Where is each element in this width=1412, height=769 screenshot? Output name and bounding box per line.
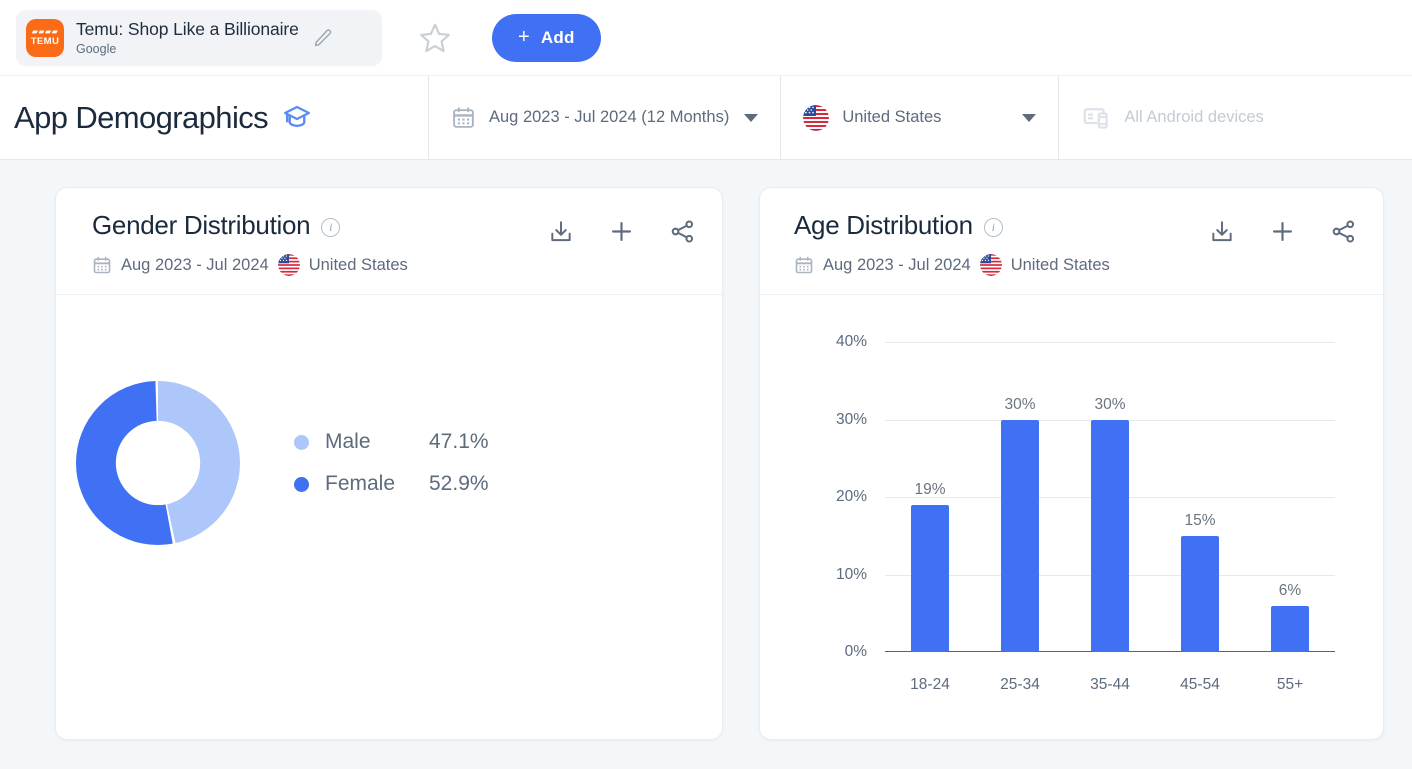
age-chart-plot-area: 0% 10% 20% 30% 40% 19% 18-24 30% 25-34 30% 35-44 15… — [836, 333, 1335, 693]
download-icon[interactable] — [548, 219, 574, 245]
age-card-date-range: Aug 2023 - Jul 2024 — [823, 255, 971, 274]
bar-column[interactable] — [1000, 342, 1040, 652]
legend-value-female: 52.9% — [429, 472, 489, 495]
info-icon[interactable]: i — [321, 218, 341, 237]
us-flag-icon — [277, 254, 300, 276]
app-developer: Google — [76, 42, 117, 56]
app-chip[interactable]: ▰▰▰▰ TEMU Temu: Shop Like a Billionaire … — [16, 9, 382, 66]
y-axis-tick-label: 30% — [835, 410, 867, 428]
x-axis-tick-label: 45-54 — [1180, 676, 1220, 693]
bar-value-label: 6% — [1278, 581, 1302, 599]
bar[interactable] — [1000, 419, 1040, 652]
add-to-report-icon[interactable] — [608, 218, 635, 245]
date-range-filter[interactable]: Aug 2023 - Jul 2024 (12 Months) — [428, 76, 780, 159]
us-flag-icon — [803, 104, 830, 131]
date-range-value: Aug 2023 - Jul 2024 (12 Months) — [489, 108, 730, 126]
x-axis-tick-label: 55+ — [1276, 676, 1304, 693]
gender-card-actions — [548, 218, 696, 245]
bar[interactable] — [1180, 535, 1220, 652]
bar[interactable] — [1270, 605, 1310, 652]
bar[interactable] — [1090, 419, 1130, 652]
bar-value-label: 19% — [914, 480, 946, 498]
bar-value-label: 30% — [1094, 395, 1126, 413]
age-card-actions — [1209, 218, 1357, 245]
graduation-cap-icon[interactable] — [282, 103, 312, 133]
gender-card-title: Gender Distribution — [92, 210, 311, 240]
legend-dot-male — [294, 434, 309, 450]
legend-label-female: Female — [325, 472, 396, 495]
gender-legend: Male 47.1% Female 52.9% — [294, 421, 489, 505]
gender-card-subtitle: Aug 2023 - Jul 2024 United States — [92, 254, 696, 276]
calendar-icon — [451, 105, 476, 130]
devices-icon — [1081, 103, 1111, 133]
chevron-down-icon — [744, 113, 759, 122]
x-axis-tick-label: 18-24 — [910, 676, 950, 693]
chevron-down-icon — [1022, 113, 1037, 122]
share-icon[interactable] — [1330, 218, 1357, 245]
gender-card-country: United States — [308, 255, 408, 274]
gender-donut-chart — [76, 381, 240, 545]
us-flag-icon — [979, 254, 1002, 276]
app-logo-word: TEMU — [30, 36, 60, 48]
gender-distribution-card: Gender Distribution i Aug 2023 - Jul 202… — [55, 187, 723, 740]
age-bar-chart: 0% 10% 20% 30% 40% 19% 18-24 30% 25-34 30% 35-44 15… — [760, 295, 1383, 739]
page-title: App Demographics — [14, 99, 269, 135]
device-filter: All Android devices — [1058, 76, 1285, 159]
y-axis-tick-label: 0% — [844, 643, 867, 660]
age-card-subtitle: Aug 2023 - Jul 2024 United States — [794, 254, 1357, 276]
legend-dot-female — [294, 476, 309, 492]
share-icon[interactable] — [669, 218, 696, 245]
page-title-box: App Demographics — [0, 76, 428, 159]
filter-bar: App Demographics Aug 2023 - Jul 2024 (12… — [0, 75, 1412, 160]
country-filter[interactable]: United States — [780, 76, 1058, 159]
info-icon[interactable]: i — [983, 218, 1003, 237]
bar-value-label: 15% — [1184, 511, 1216, 529]
age-card-title: Age Distribution — [794, 210, 973, 240]
legend-item-female: Female 52.9% — [294, 463, 489, 505]
bar-value-label: 30% — [1004, 395, 1036, 413]
bar-column[interactable] — [1270, 342, 1310, 652]
gender-card-body: Male 47.1% Female 52.9% — [56, 295, 722, 739]
x-axis-tick-label: 35-44 — [1090, 676, 1130, 693]
age-card-country: United States — [1010, 255, 1110, 274]
gender-card-header: Gender Distribution i Aug 2023 - Jul 202… — [56, 188, 722, 295]
add-to-report-icon[interactable] — [1269, 218, 1296, 245]
pencil-icon[interactable] — [313, 28, 333, 48]
y-axis-tick-label: 20% — [835, 488, 867, 505]
legend-item-male: Male 47.1% — [294, 421, 489, 463]
favorite-star-icon[interactable] — [418, 21, 452, 55]
device-value: All Android devices — [1124, 108, 1264, 126]
temu-app-logo-icon: ▰▰▰▰ TEMU — [26, 18, 64, 57]
age-card-header: Age Distribution i Aug 2023 - Jul 2024 U… — [760, 188, 1383, 295]
add-button-label: Add — [540, 27, 575, 47]
download-icon[interactable] — [1209, 219, 1235, 245]
y-axis-tick-label: 40% — [835, 333, 867, 350]
app-name: Temu: Shop Like a Billionaire — [76, 19, 299, 39]
top-app-bar: ▰▰▰▰ TEMU Temu: Shop Like a Billionaire … — [0, 0, 1412, 75]
y-axis-tick-label: 10% — [835, 565, 867, 583]
main-content: Gender Distribution i Aug 2023 - Jul 202… — [0, 160, 1412, 769]
calendar-icon — [92, 255, 112, 275]
legend-label-male: Male — [325, 430, 371, 453]
app-logo-glyphs: ▰▰▰▰ — [31, 27, 59, 37]
age-card-body: 0% 10% 20% 30% 40% 19% 18-24 30% 25-34 30% 35-44 15… — [760, 295, 1383, 739]
country-value: United States — [842, 108, 942, 126]
bar-column[interactable] — [1090, 342, 1130, 652]
bar-column[interactable] — [1180, 342, 1220, 652]
app-meta: Temu: Shop Like a Billionaire Google — [76, 19, 299, 56]
add-button-plus: + — [518, 26, 530, 48]
gender-card-date-range: Aug 2023 - Jul 2024 — [121, 255, 269, 274]
x-axis-tick-label: 25-34 — [1000, 676, 1040, 693]
age-distribution-card: Age Distribution i Aug 2023 - Jul 2024 U… — [759, 187, 1384, 740]
bar[interactable] — [910, 504, 950, 652]
calendar-icon — [794, 255, 814, 275]
add-button[interactable]: + Add — [492, 13, 601, 62]
legend-value-male: 47.1% — [429, 430, 489, 453]
gender-donut-wrap: Male 47.1% Female 52.9% — [56, 295, 722, 545]
